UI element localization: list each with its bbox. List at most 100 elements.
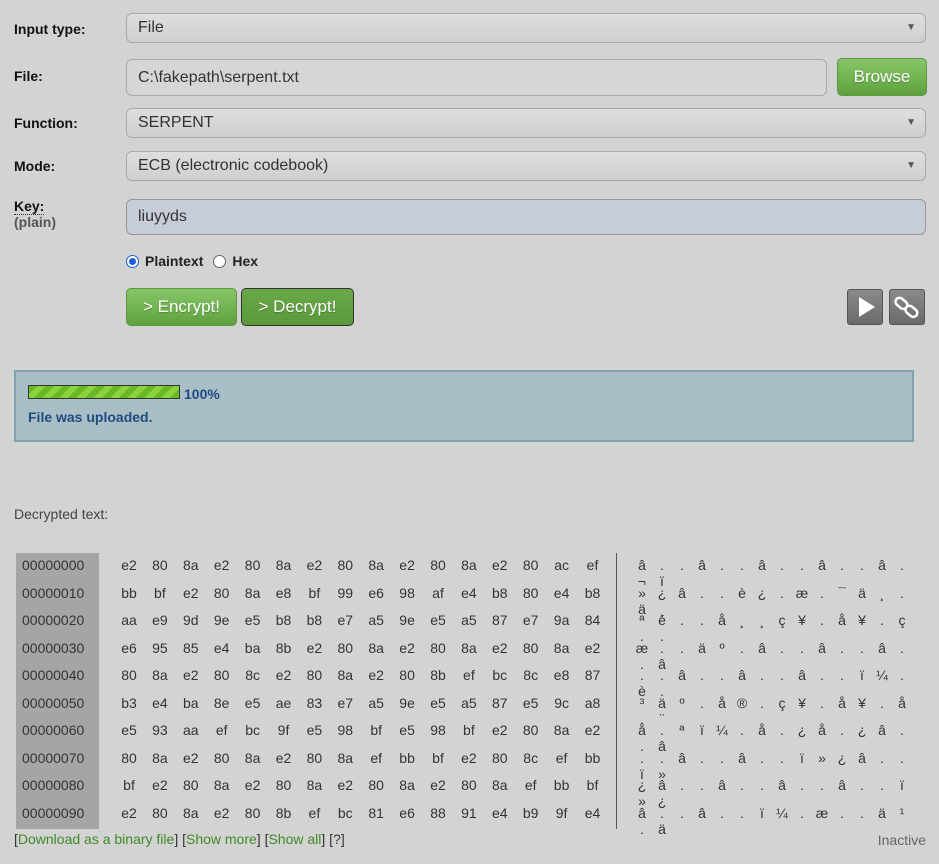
play-icon (859, 297, 875, 317)
hex-byte: aa (183, 722, 199, 738)
hex-byte: 98 (430, 722, 446, 738)
hex-byte: a5 (461, 612, 477, 628)
file-path-value: C:\fakepath\serpent.txt (138, 69, 299, 86)
upload-progress-fill (29, 386, 179, 398)
encrypt-button[interactable]: > Encrypt! (126, 288, 237, 326)
hex-byte: e2 (584, 722, 601, 738)
upload-progress-bar (28, 385, 180, 399)
hex-byte: 87 (492, 694, 508, 711)
hex-byte: e4 (213, 639, 230, 656)
file-input[interactable]: C:\fakepath\serpent.txt (126, 59, 827, 96)
hex-byte: 80 (337, 557, 354, 573)
hex-byte: ef (215, 722, 228, 738)
hex-byte: bf (586, 777, 599, 793)
hex-byte: ef (555, 749, 568, 766)
hex-byte: 8c (523, 749, 539, 766)
hex-byte: 8b (430, 667, 446, 683)
hex-byte: e2 (121, 557, 137, 573)
hex-byte: e4 (492, 804, 508, 821)
hex-byte: e4 (461, 584, 477, 601)
hex-byte: e9 (152, 612, 168, 628)
hex-byte: 80 (522, 722, 539, 738)
hex-byte: e2 (183, 584, 199, 601)
upload-status-message: File was uploaded. (28, 409, 153, 425)
hex-byte: 9c (554, 694, 569, 711)
hex-byte: 80 (430, 639, 446, 656)
hex-byte: ba (183, 694, 199, 711)
hex-byte: e7 (337, 612, 354, 628)
hex-byte: e5 (430, 694, 446, 711)
hex-byte: 9d (183, 612, 199, 628)
hex-byte: e2 (461, 749, 477, 766)
hex-byte: 8a (337, 749, 354, 766)
hex-offset: 00000010 (22, 584, 85, 601)
hex-byte: 9a (553, 612, 570, 628)
hex-byte: 8e (213, 694, 230, 711)
hex-byte: 9f (555, 804, 568, 821)
hex-byte: b8 (306, 612, 323, 628)
hex-byte: b9 (522, 804, 539, 821)
hex-byte: 80 (492, 749, 508, 766)
link-icon (894, 296, 919, 319)
hex-byte: e2 (275, 749, 292, 766)
input-type-select[interactable]: File ▼ (126, 13, 926, 43)
hex-byte: a5 (461, 694, 477, 711)
function-select[interactable]: SERPENT ▼ (126, 108, 926, 138)
input-type-value: File (138, 19, 164, 36)
show-all-link[interactable]: Show all (268, 831, 321, 847)
hex-byte: 8c (245, 667, 260, 683)
hex-byte: aa (121, 612, 137, 628)
link-button[interactable] (889, 289, 925, 325)
hex-byte: e5 (430, 612, 446, 628)
hex-byte: a5 (368, 694, 384, 711)
hex-byte: 80 (121, 667, 137, 683)
hex-byte: 9e (399, 694, 415, 711)
mode-select[interactable]: ECB (electronic codebook) ▼ (126, 151, 926, 181)
play-button[interactable] (847, 289, 883, 325)
hex-dump-view: 00000000 e2 80 8a e2 80 8a e2 80 8a e2 80 8a e2 80 ac ef… (16, 553, 926, 837)
hex-byte: 9e (213, 612, 230, 628)
hex-byte: e5 (399, 722, 415, 738)
hex-byte: ac (554, 557, 569, 573)
hex-byte: 95 (152, 639, 168, 656)
hex-byte: ef (524, 777, 537, 793)
hex-byte: e8 (553, 667, 570, 683)
hex-byte: e2 (306, 557, 323, 573)
show-more-link[interactable]: Show more (186, 831, 257, 847)
hex-byte: e2 (399, 557, 415, 573)
hex-byte: bc (492, 667, 508, 683)
hex-byte: e2 (492, 722, 508, 738)
help-link[interactable]: ? (333, 831, 341, 847)
hex-byte: 8a (152, 749, 168, 766)
hex-byte: 8a (553, 639, 570, 656)
hex-offset: 00000080 (22, 777, 85, 793)
hex-byte: 9f (277, 722, 290, 738)
hex-byte: 80 (183, 777, 199, 793)
hex-byte: a8 (584, 694, 601, 711)
key-format-label: (plain) (14, 214, 56, 230)
hex-byte: 81 (368, 804, 384, 821)
hex-byte: 80 (461, 777, 477, 793)
chevron-down-icon: ▼ (906, 117, 916, 128)
download-binary-link[interactable]: Download as a binary file (18, 831, 174, 847)
key-label: Key: (14, 198, 45, 215)
hex-byte: b8 (584, 584, 601, 601)
hex-byte: e2 (152, 777, 168, 793)
hex-byte: 80 (522, 557, 539, 573)
hex-byte: ae (275, 694, 292, 711)
hex-radio[interactable] (213, 254, 227, 268)
key-input[interactable]: liuyyds (126, 199, 926, 235)
plaintext-radio[interactable] (126, 254, 139, 268)
browse-button[interactable]: Browse (837, 58, 927, 96)
hex-byte: 8a (183, 557, 199, 573)
decrypt-button[interactable]: > Decrypt! (241, 288, 354, 326)
upload-progress-text: 100% (184, 386, 220, 402)
hex-byte: e2 (306, 639, 323, 656)
hex-byte: e6 (368, 584, 384, 601)
hex-ascii-divider (616, 553, 617, 829)
hex-byte: ef (586, 557, 599, 573)
hex-byte: e4 (584, 804, 601, 821)
output-links: [Download as a binary file] [Show more] … (14, 831, 345, 847)
hex-byte: e6 (121, 639, 137, 656)
hex-byte: e2 (213, 557, 230, 573)
